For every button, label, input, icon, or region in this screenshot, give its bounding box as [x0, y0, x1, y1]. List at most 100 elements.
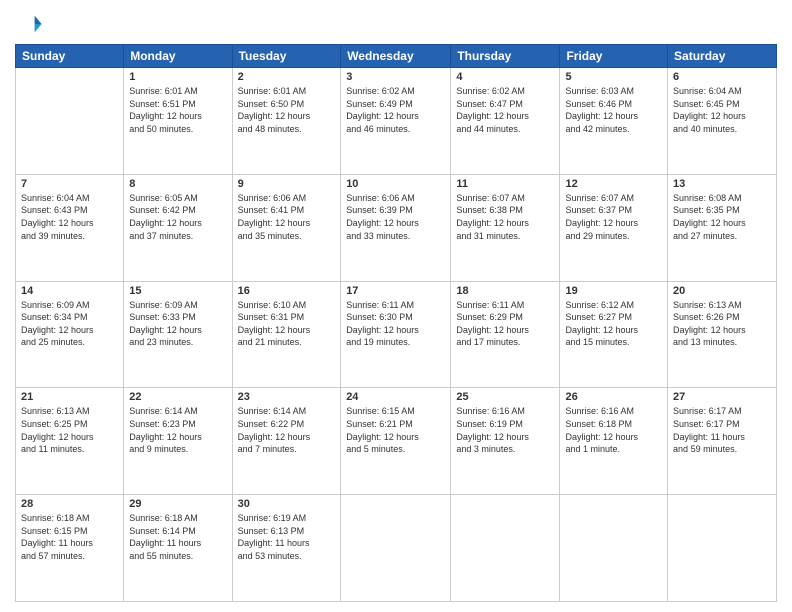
day-number: 28 [21, 498, 118, 510]
day-number: 17 [346, 285, 445, 297]
day-info: Sunrise: 6:06 AM Sunset: 6:41 PM Dayligh… [238, 192, 336, 242]
day-info: Sunrise: 6:12 AM Sunset: 6:27 PM Dayligh… [565, 299, 662, 349]
calendar-cell [668, 495, 777, 602]
calendar-cell: 17 Sunrise: 6:11 AM Sunset: 6:30 PM Dayli… [341, 281, 451, 388]
day-number: 12 [565, 178, 662, 190]
day-number: 27 [673, 391, 771, 403]
day-info: Sunrise: 6:01 AM Sunset: 6:50 PM Dayligh… [238, 85, 336, 135]
calendar-table: SundayMondayTuesdayWednesdayThursdayFrid… [15, 44, 777, 602]
calendar-week: 21 Sunrise: 6:13 AM Sunset: 6:25 PM Dayli… [16, 388, 777, 495]
day-info: Sunrise: 6:14 AM Sunset: 6:22 PM Dayligh… [238, 405, 336, 455]
calendar-week: 7Sunrise: 6:04 AM Sunset: 6:43 PM Daylig… [16, 174, 777, 281]
calendar-cell: 21 Sunrise: 6:13 AM Sunset: 6:25 PM Dayli… [16, 388, 124, 495]
day-number: 26 [565, 391, 662, 403]
calendar-cell [560, 495, 668, 602]
header-day: Friday [560, 45, 668, 68]
day-info: Sunrise: 6:11 AM Sunset: 6:29 PM Dayligh… [456, 299, 554, 349]
header-row: SundayMondayTuesdayWednesdayThursdayFrid… [16, 45, 777, 68]
day-info: Sunrise: 6:09 AM Sunset: 6:33 PM Dayligh… [129, 299, 226, 349]
calendar-week: 28 Sunrise: 6:18 AM Sunset: 6:15 PM Dayli… [16, 495, 777, 602]
logo [15, 10, 47, 38]
calendar-cell [341, 495, 451, 602]
day-info: Sunrise: 6:06 AM Sunset: 6:39 PM Dayligh… [346, 192, 445, 242]
calendar-week: 14 Sunrise: 6:09 AM Sunset: 6:34 PM Dayli… [16, 281, 777, 388]
calendar-cell: 15Sunrise: 6:09 AM Sunset: 6:33 PM Dayli… [124, 281, 232, 388]
calendar-cell: 16 Sunrise: 6:10 AM Sunset: 6:31 PM Dayli… [232, 281, 341, 388]
day-info: Sunrise: 6:18 AM Sunset: 6:15 PM Dayligh… [21, 512, 118, 562]
calendar-cell: 7Sunrise: 6:04 AM Sunset: 6:43 PM Daylig… [16, 174, 124, 281]
day-info: Sunrise: 6:02 AM Sunset: 6:47 PM Dayligh… [456, 85, 554, 135]
calendar-cell [16, 68, 124, 175]
calendar-cell: 28 Sunrise: 6:18 AM Sunset: 6:15 PM Dayli… [16, 495, 124, 602]
day-number: 29 [129, 498, 226, 510]
day-info: Sunrise: 6:09 AM Sunset: 6:34 PM Dayligh… [21, 299, 118, 349]
header [15, 10, 777, 38]
day-number: 4 [456, 71, 554, 83]
day-number: 8 [129, 178, 226, 190]
calendar-cell: 1Sunrise: 6:01 AM Sunset: 6:51 PM Daylig… [124, 68, 232, 175]
calendar-cell [451, 495, 560, 602]
calendar-cell: 4 Sunrise: 6:02 AM Sunset: 6:47 PM Daylig… [451, 68, 560, 175]
day-number: 6 [673, 71, 771, 83]
day-info: Sunrise: 6:04 AM Sunset: 6:45 PM Dayligh… [673, 85, 771, 135]
day-info: Sunrise: 6:03 AM Sunset: 6:46 PM Dayligh… [565, 85, 662, 135]
calendar-cell: 27 Sunrise: 6:17 AM Sunset: 6:17 PM Dayli… [668, 388, 777, 495]
logo-icon [15, 10, 43, 38]
day-info: Sunrise: 6:13 AM Sunset: 6:25 PM Dayligh… [21, 405, 118, 455]
day-info: Sunrise: 6:16 AM Sunset: 6:19 PM Dayligh… [456, 405, 554, 455]
day-info: Sunrise: 6:16 AM Sunset: 6:18 PM Dayligh… [565, 405, 662, 455]
day-info: Sunrise: 6:17 AM Sunset: 6:17 PM Dayligh… [673, 405, 771, 455]
calendar-cell: 9Sunrise: 6:06 AM Sunset: 6:41 PM Daylig… [232, 174, 341, 281]
day-info: Sunrise: 6:18 AM Sunset: 6:14 PM Dayligh… [129, 512, 226, 562]
calendar-cell: 25 Sunrise: 6:16 AM Sunset: 6:19 PM Dayli… [451, 388, 560, 495]
day-info: Sunrise: 6:10 AM Sunset: 6:31 PM Dayligh… [238, 299, 336, 349]
day-number: 2 [238, 71, 336, 83]
calendar-cell: 2 Sunrise: 6:01 AM Sunset: 6:50 PM Daylig… [232, 68, 341, 175]
day-info: Sunrise: 6:05 AM Sunset: 6:42 PM Dayligh… [129, 192, 226, 242]
day-number: 21 [21, 391, 118, 403]
calendar-cell: 22 Sunrise: 6:14 AM Sunset: 6:23 PM Dayli… [124, 388, 232, 495]
day-number: 25 [456, 391, 554, 403]
calendar-cell: 10 Sunrise: 6:06 AM Sunset: 6:39 PM Dayli… [341, 174, 451, 281]
calendar-cell: 5 Sunrise: 6:03 AM Sunset: 6:46 PM Daylig… [560, 68, 668, 175]
header-day: Sunday [16, 45, 124, 68]
calendar-cell: 29 Sunrise: 6:18 AM Sunset: 6:14 PM Dayli… [124, 495, 232, 602]
calendar-cell: 14 Sunrise: 6:09 AM Sunset: 6:34 PM Dayli… [16, 281, 124, 388]
day-number: 24 [346, 391, 445, 403]
day-number: 7 [21, 178, 118, 190]
day-number: 20 [673, 285, 771, 297]
calendar-cell: 18Sunrise: 6:11 AM Sunset: 6:29 PM Dayli… [451, 281, 560, 388]
day-number: 22 [129, 391, 226, 403]
day-number: 10 [346, 178, 445, 190]
calendar-cell: 20 Sunrise: 6:13 AM Sunset: 6:26 PM Dayli… [668, 281, 777, 388]
day-info: Sunrise: 6:07 AM Sunset: 6:38 PM Dayligh… [456, 192, 554, 242]
page: SundayMondayTuesdayWednesdayThursdayFrid… [0, 0, 792, 612]
calendar-week: 1Sunrise: 6:01 AM Sunset: 6:51 PM Daylig… [16, 68, 777, 175]
day-info: Sunrise: 6:08 AM Sunset: 6:35 PM Dayligh… [673, 192, 771, 242]
day-info: Sunrise: 6:01 AM Sunset: 6:51 PM Dayligh… [129, 85, 226, 135]
day-number: 16 [238, 285, 336, 297]
day-info: Sunrise: 6:07 AM Sunset: 6:37 PM Dayligh… [565, 192, 662, 242]
calendar-cell: 3Sunrise: 6:02 AM Sunset: 6:49 PM Daylig… [341, 68, 451, 175]
day-number: 11 [456, 178, 554, 190]
calendar-cell: 11 Sunrise: 6:07 AM Sunset: 6:38 PM Dayli… [451, 174, 560, 281]
day-number: 30 [238, 498, 336, 510]
day-info: Sunrise: 6:14 AM Sunset: 6:23 PM Dayligh… [129, 405, 226, 455]
day-info: Sunrise: 6:13 AM Sunset: 6:26 PM Dayligh… [673, 299, 771, 349]
day-info: Sunrise: 6:15 AM Sunset: 6:21 PM Dayligh… [346, 405, 445, 455]
calendar-cell: 6 Sunrise: 6:04 AM Sunset: 6:45 PM Daylig… [668, 68, 777, 175]
calendar-cell: 30Sunrise: 6:19 AM Sunset: 6:13 PM Dayli… [232, 495, 341, 602]
day-number: 14 [21, 285, 118, 297]
calendar-header: SundayMondayTuesdayWednesdayThursdayFrid… [16, 45, 777, 68]
header-day: Wednesday [341, 45, 451, 68]
day-number: 19 [565, 285, 662, 297]
calendar-cell: 12 Sunrise: 6:07 AM Sunset: 6:37 PM Dayli… [560, 174, 668, 281]
day-info: Sunrise: 6:02 AM Sunset: 6:49 PM Dayligh… [346, 85, 445, 135]
day-info: Sunrise: 6:11 AM Sunset: 6:30 PM Dayligh… [346, 299, 445, 349]
header-day: Tuesday [232, 45, 341, 68]
header-day: Monday [124, 45, 232, 68]
day-number: 5 [565, 71, 662, 83]
calendar-cell: 23 Sunrise: 6:14 AM Sunset: 6:22 PM Dayli… [232, 388, 341, 495]
calendar-cell: 24 Sunrise: 6:15 AM Sunset: 6:21 PM Dayli… [341, 388, 451, 495]
day-number: 23 [238, 391, 336, 403]
